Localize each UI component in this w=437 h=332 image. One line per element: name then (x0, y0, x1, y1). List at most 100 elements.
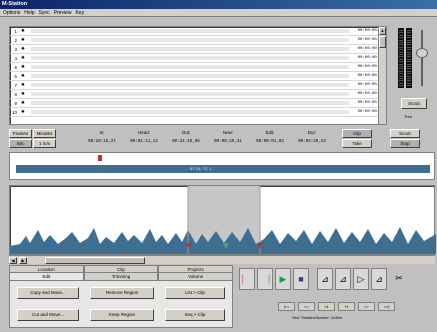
track-row[interactable]: 2 ♠ 00:00:00.00 (10, 36, 386, 45)
track-row[interactable]: 10 ♠ 00:00:00.00 (10, 108, 386, 117)
meter-segment (399, 61, 403, 63)
scissors-icon[interactable]: ✂ (391, 268, 407, 290)
track-row[interactable]: 3 ♠ 00:00:00.00 (10, 45, 386, 54)
trim-out-icon[interactable]: ⊿ (335, 268, 351, 290)
meter-segment (399, 75, 403, 77)
speaker-icon: ♠ (21, 73, 25, 79)
track-row[interactable]: 5 ♠ 00:00:00.00 (10, 63, 386, 72)
meter-segment (399, 42, 403, 43)
playhead-marker-icon[interactable] (98, 155, 102, 161)
meter-segment (399, 39, 403, 41)
take-button[interactable]: Take (342, 139, 372, 148)
scroll-thumb[interactable] (379, 36, 386, 48)
list-to-clip-button[interactable]: List > Clip (165, 287, 225, 299)
track-list[interactable]: 1 ♠ 00:00:00.00 2 ♠ 00:00:00.00 3 ♠ 00:00:00.0… (9, 26, 387, 125)
scroll-left-icon[interactable]: ◀ (9, 257, 17, 264)
tab-volume[interactable]: Volume (158, 272, 234, 280)
speaker-icon: ♠ (21, 64, 25, 70)
track-row[interactable]: 6 ♠ 00:00:00.00 (10, 72, 386, 81)
fader-track (421, 30, 423, 86)
scrub-button[interactable]: Scrub (390, 129, 420, 138)
in-cell: In: 00:20:15,27 (88, 130, 116, 144)
meter-segment (399, 34, 403, 36)
rewind-button[interactable]: << (298, 302, 315, 311)
meter-segment (399, 49, 403, 51)
tab-edit[interactable]: Edit (9, 272, 84, 280)
meter-segment (407, 75, 411, 77)
trim-label: Trim (404, 114, 412, 119)
track-number: 5 (14, 64, 17, 70)
scroll-right-icon[interactable]: ▶ (19, 257, 27, 264)
transport-controls: ⎸ ⎹ ▶ ■ ⊿ ⊿ ▷ ⊿ ✂ (239, 268, 435, 298)
out-cell: Out: 00:21:19,86 (172, 130, 200, 144)
left-meter (398, 28, 404, 88)
track-number: 8 (14, 91, 17, 97)
menu-key[interactable]: Key (75, 9, 84, 16)
meter-segment (399, 56, 403, 58)
frames-button[interactable]: Frames (9, 129, 32, 138)
go-end-button[interactable]: >>| (378, 302, 395, 311)
track-bar (31, 74, 349, 78)
sec-button[interactable]: Sec (9, 139, 32, 148)
track-row[interactable]: 7 ♠ 00:00:00.00 (10, 81, 386, 90)
minutes-button[interactable]: Minutes (33, 129, 56, 138)
copy-and-move-button[interactable]: Copy and Move... (17, 287, 79, 299)
meter-segment (399, 73, 403, 75)
volume-fader-knob[interactable] (416, 48, 428, 58)
play-icon[interactable]: ▶ (275, 268, 291, 290)
cut-and-move-button[interactable]: Cut and Move... (17, 309, 79, 321)
menu-sync[interactable]: Sync (39, 9, 50, 16)
track-row[interactable]: 4 ♠ 00:00:00.00 (10, 54, 386, 63)
track-row[interactable]: 1 ♠ 00:00:00.00 (10, 27, 386, 36)
meter-segment (407, 80, 411, 82)
track-row[interactable]: 8 ♠ 00:00:00.00 (10, 90, 386, 99)
timeline-overview[interactable]: 0T 1A, TC 1 (9, 152, 435, 180)
mark-in-icon[interactable]: ⎸ (239, 268, 255, 290)
meter-segment (399, 44, 403, 46)
stop-icon[interactable]: ■ (293, 268, 309, 290)
speaker-icon: ♠ (21, 109, 25, 115)
nudge-icon[interactable]: ▷ (353, 268, 369, 290)
scroll-up-icon[interactable]: ▲ (379, 27, 386, 35)
keep-region-button[interactable]: Keep Region (90, 309, 154, 321)
meter-segment (407, 66, 411, 67)
scroll-thumb-h[interactable] (45, 257, 145, 264)
edit-panel: Copy and Move... Remove Region List > Cl… (9, 280, 233, 328)
marker-center-icon[interactable] (223, 243, 229, 249)
waveform-scrollbar[interactable]: ◀ ▶ (9, 255, 435, 264)
menu-options[interactable]: Options (3, 9, 20, 16)
clip-button[interactable]: Clip (342, 129, 372, 138)
speaker-icon: ♠ (21, 82, 25, 88)
seq-to-clip-button[interactable]: Seq > Clip (165, 309, 225, 321)
track-bar (31, 38, 349, 42)
go-start-button[interactable]: |<< (278, 302, 295, 311)
marker-right-icon[interactable] (257, 243, 263, 249)
track-number: 4 (14, 55, 17, 61)
waveform-view[interactable] (9, 185, 436, 255)
track-bar (31, 92, 349, 96)
track-row[interactable]: 9 ♠ 00:00:00.00 (10, 99, 386, 108)
stop-button[interactable]: Stop (390, 139, 420, 148)
ms-button[interactable]: 1 m/s (33, 139, 56, 148)
right-meter (406, 28, 412, 88)
meter-segment (399, 30, 403, 31)
meter-segment (399, 46, 403, 48)
tab-trimming[interactable]: Trimming (83, 272, 159, 280)
remove-region-button[interactable]: Remove Region (90, 287, 154, 299)
menu-help[interactable]: Help (24, 9, 34, 16)
waveform-fill (10, 227, 436, 254)
scrub-mode-button[interactable]: Scrub (401, 98, 427, 109)
menu-preview[interactable]: Preview (54, 9, 72, 16)
meter-segment (407, 46, 411, 48)
fast-forward-button[interactable]: >> (358, 302, 375, 311)
lower-tabs: Edit Trimming Volume (9, 272, 234, 280)
step-forward-button[interactable]: +1 (338, 302, 355, 311)
track-list-scrollbar[interactable]: ▲ (378, 27, 386, 124)
meter-segment (399, 63, 403, 65)
mark-out-icon[interactable]: ⎹ (257, 268, 273, 290)
trim-in-icon[interactable]: ⊿ (317, 268, 333, 290)
loop-icon[interactable]: ⊿ (371, 268, 387, 290)
meter-segment (407, 51, 411, 53)
marker-left-icon[interactable] (186, 243, 192, 249)
step-back-button[interactable]: <1 (318, 302, 335, 311)
